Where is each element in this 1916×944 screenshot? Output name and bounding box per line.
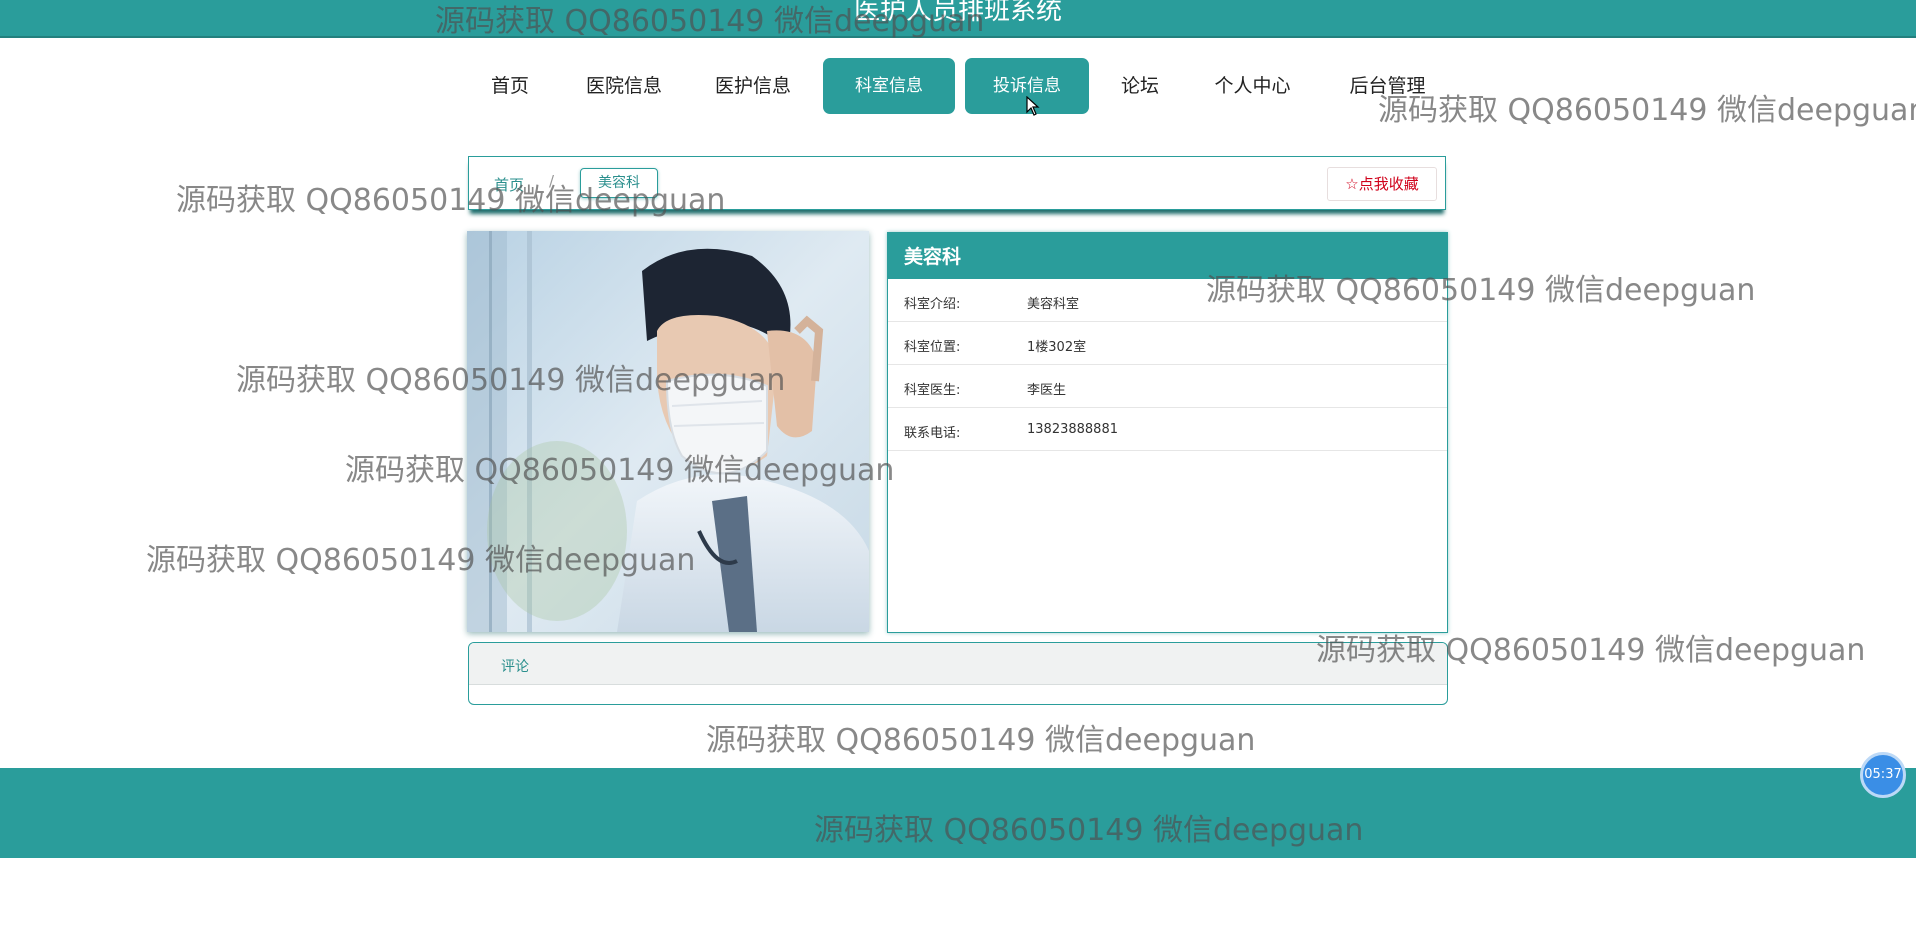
nav-item-admin[interactable]: 后台管理 (1335, 58, 1440, 114)
info-row-doctor: 科室医生: 李医生 (888, 365, 1447, 408)
footer (0, 768, 1916, 858)
header-bar: 医护人员排班系统 (0, 0, 1916, 38)
comments-header: 评论 (469, 643, 1447, 685)
favorite-button-label: 点我收藏 (1358, 175, 1419, 193)
nav-item-forum[interactable]: 论坛 (1110, 58, 1170, 114)
info-value: 李医生 (1027, 383, 1067, 398)
breadcrumb-separator: / (549, 172, 555, 190)
info-value: 美容科室 (1027, 297, 1080, 312)
info-label: 科室医生: (904, 383, 961, 398)
breadcrumb-current[interactable]: 美容科 (580, 168, 658, 198)
favorite-button[interactable]: ☆点我收藏 (1327, 167, 1437, 201)
info-value: 13823888881 (1027, 422, 1118, 437)
nav-item-department-info[interactable]: 科室信息 (823, 58, 955, 114)
breadcrumb: 首页 / 美容科 ☆点我收藏 (468, 156, 1446, 210)
nav-item-hospital-info[interactable]: 医院信息 (574, 58, 674, 114)
info-label: 科室介绍: (904, 297, 961, 312)
comments-section: 评论 (468, 642, 1448, 705)
department-photo (467, 231, 869, 632)
star-outline-icon: ☆ (1345, 175, 1359, 193)
main-nav: 首页 医院信息 医护信息 科室信息 投诉信息 论坛 个人中心 后台管理 (0, 58, 1916, 114)
nav-item-home[interactable]: 首页 (474, 58, 546, 114)
nav-item-staff-info[interactable]: 医护信息 (703, 58, 803, 114)
info-label: 科室位置: (904, 340, 961, 355)
site-title: 医护人员排班系统 (853, 0, 1062, 26)
breadcrumb-home-link[interactable]: 首页 (494, 174, 524, 195)
tab-comments[interactable]: 评论 (501, 656, 529, 676)
info-label: 联系电话: (904, 426, 961, 441)
department-info-panel: 美容科 科室介绍: 美容科室 科室位置: 1楼302室 科室医生: 李医生 联系… (887, 232, 1448, 633)
department-name: 美容科 (888, 233, 1447, 279)
info-row-phone: 联系电话: 13823888881 (888, 408, 1447, 451)
info-value: 1楼302室 (1027, 340, 1087, 355)
watermark: 源码获取 QQ86050149 微信deepguan (706, 723, 1256, 758)
timer-badge: 05:37 (1860, 752, 1906, 798)
info-row-location: 科室位置: 1楼302室 (888, 322, 1447, 365)
info-row-intro: 科室介绍: 美容科室 (888, 279, 1447, 322)
nav-item-personal-center[interactable]: 个人中心 (1200, 58, 1305, 114)
mouse-pointer-icon (1026, 96, 1040, 116)
